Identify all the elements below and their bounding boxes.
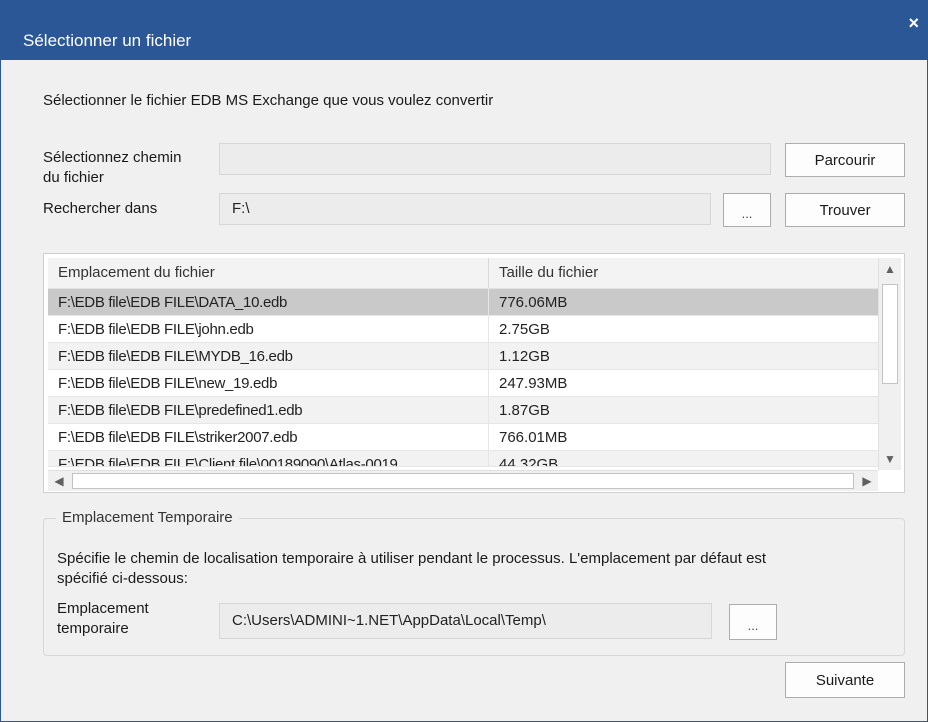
search-in-label: Rechercher dans xyxy=(43,200,158,217)
cell-size: 766.01MB xyxy=(488,424,878,451)
temp-location-group-title: Emplacement Temporaire xyxy=(56,509,239,526)
temp-location-label-line1: Emplacement xyxy=(57,600,149,617)
scroll-down-icon[interactable]: ▼ xyxy=(879,448,901,470)
cell-path: F:\EDB file\EDB FILE\john.edb xyxy=(58,321,254,338)
column-header-location[interactable]: Emplacement du fichier xyxy=(48,258,488,288)
search-in-input[interactable]: F:\ xyxy=(219,193,711,225)
cell-size: 1.87GB xyxy=(488,397,878,424)
column-header-size[interactable]: Taille du fichier xyxy=(488,258,878,288)
cell-path: F:\EDB file\EDB FILE\MYDB_16.edb xyxy=(58,348,293,365)
cell-path: F:\EDB file\EDB FILE\predefined1.edb xyxy=(58,402,303,419)
close-icon[interactable]: × xyxy=(908,14,919,32)
table-row[interactable]: F:\EDB file\EDB FILE\MYDB_16.edb 1.12GB xyxy=(48,343,878,370)
file-path-label-line1: Sélectionnez chemin xyxy=(43,149,182,166)
cell-size: 776.06MB xyxy=(488,289,878,316)
table-row[interactable]: F:\EDB file\EDB FILE\predefined1.edb 1.8… xyxy=(48,397,878,424)
cell-path: F:\EDB file\EDB FILE\DATA_10.edb xyxy=(58,294,288,311)
temp-description-line1: Spécifie le chemin de localisation tempo… xyxy=(57,550,767,567)
search-browse-button[interactable]: ... xyxy=(723,193,771,227)
temp-location-group: Emplacement Temporaire Spécifie le chemi… xyxy=(43,509,905,656)
table-row[interactable]: F:\EDB file\EDB FILE\striker2007.edb 766… xyxy=(48,424,878,451)
dialog-title: Sélectionner un fichier xyxy=(23,31,192,50)
cell-path: F:\EDB file\EDB FILE\Client file\0018909… xyxy=(58,456,398,467)
temp-description-line2: spécifié ci-dessous: xyxy=(57,570,188,587)
file-path-input[interactable] xyxy=(219,143,771,175)
temp-location-browse-button[interactable]: ... xyxy=(729,604,777,640)
scroll-up-icon[interactable]: ▲ xyxy=(879,258,901,280)
browse-button[interactable]: Parcourir xyxy=(785,143,905,177)
horizontal-scrollbar[interactable]: ◀ ▶ xyxy=(48,470,878,491)
temp-location-label: Emplacement temporaire xyxy=(57,599,149,639)
table-row[interactable]: F:\EDB file\EDB FILE\john.edb 2.75GB xyxy=(48,316,878,343)
horizontal-scroll-thumb[interactable] xyxy=(72,473,854,489)
grid-header: Emplacement du fichier Taille du fichier xyxy=(48,258,878,289)
vertical-scroll-thumb[interactable] xyxy=(882,284,898,384)
file-path-label-line2: du fichier xyxy=(43,169,104,186)
cell-path: F:\EDB file\EDB FILE\striker2007.edb xyxy=(58,429,298,446)
cell-size: 1.12GB xyxy=(488,343,878,370)
title-bar: Sélectionner un fichier × xyxy=(1,0,927,60)
temp-location-input[interactable]: C:\Users\ADMINI~1.NET\AppData\Local\Temp… xyxy=(219,603,712,639)
temp-location-label-line2: temporaire xyxy=(57,620,129,637)
select-file-dialog: Sélectionner un fichier × Sélectionner l… xyxy=(0,0,928,722)
scroll-right-icon[interactable]: ▶ xyxy=(856,471,878,491)
temp-location-description: Spécifie le chemin de localisation tempo… xyxy=(57,549,766,589)
file-list: Emplacement du fichier Taille du fichier… xyxy=(43,253,905,493)
file-path-label: Sélectionnez chemin du fichier xyxy=(43,148,181,188)
table-row[interactable]: F:\EDB file\EDB FILE\Client file\0018909… xyxy=(48,451,878,467)
vertical-scrollbar[interactable]: ▲ ▼ xyxy=(878,258,901,470)
scroll-left-icon[interactable]: ◀ xyxy=(48,471,70,491)
cell-path: F:\EDB file\EDB FILE\new_19.edb xyxy=(58,375,278,392)
instruction-text: Sélectionner le fichier EDB MS Exchange … xyxy=(43,92,494,109)
cell-size: 2.75GB xyxy=(488,316,878,343)
file-grid: Emplacement du fichier Taille du fichier… xyxy=(48,258,878,470)
cell-size: 44.32GB xyxy=(488,451,878,466)
table-row[interactable]: F:\EDB file\EDB FILE\DATA_10.edb 776.06M… xyxy=(48,289,878,316)
cell-size: 247.93MB xyxy=(488,370,878,397)
find-button[interactable]: Trouver xyxy=(785,193,905,227)
table-row[interactable]: F:\EDB file\EDB FILE\new_19.edb 247.93MB xyxy=(48,370,878,397)
next-button[interactable]: Suivante xyxy=(785,662,905,698)
